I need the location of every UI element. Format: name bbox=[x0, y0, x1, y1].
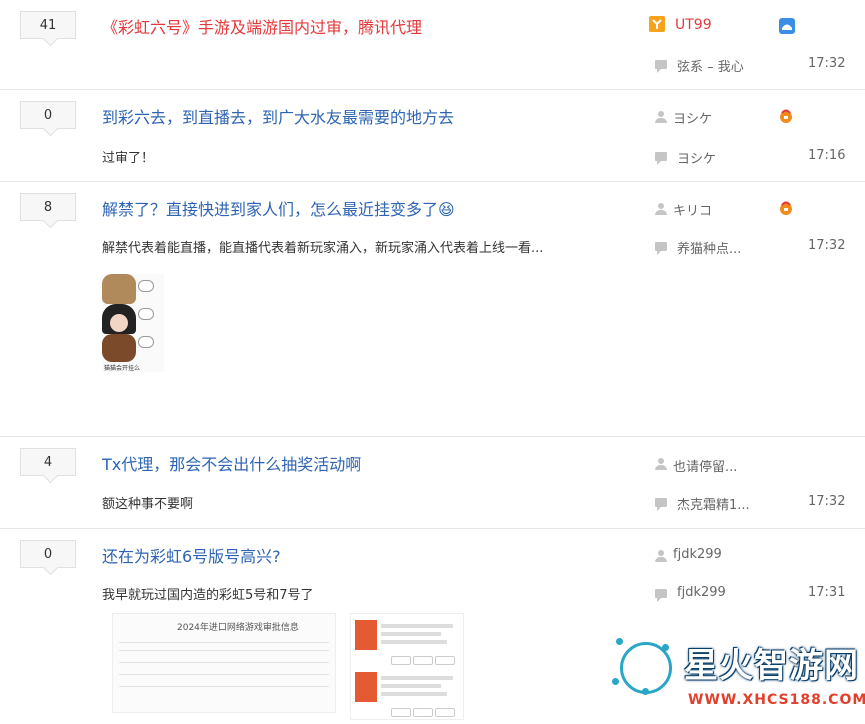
user-icon bbox=[655, 111, 667, 123]
last-reply-user[interactable]: 杰克霜精1... bbox=[677, 494, 750, 513]
thread-abstract: 我早就玩过国内造的彩虹5号和7号了 bbox=[102, 588, 314, 603]
thread-row: 4 Tx代理，那会不会出什么抽奖活动啊 额这种事不要啊 也请停留... 杰克霜精… bbox=[0, 437, 865, 529]
thread-row: 0 到彩六去，到直播去，到广大水友最需要的地方去 过审了！ ヨシケ ヨシケ 17… bbox=[0, 90, 865, 182]
thread-title[interactable]: 《彩虹六号》手游及端游国内过审，腾讯代理 bbox=[102, 14, 422, 38]
reply-count: 0 bbox=[20, 101, 76, 129]
watermark-text: 星火智游网 bbox=[684, 646, 859, 686]
thread-row: 41 《彩虹六号》手游及端游国内过审，腾讯代理 UT99 弦系 – 我心 17:… bbox=[0, 0, 865, 90]
comment-icon bbox=[655, 60, 667, 73]
comment-icon bbox=[655, 242, 667, 255]
last-reply-time: 17:16 bbox=[808, 148, 846, 163]
comment-icon bbox=[655, 152, 667, 165]
thread-abstract: 过审了！ bbox=[102, 151, 155, 166]
thread-abstract: 解禁代表着能直播，能直播代表着新玩家涌入，新玩家涌入代表着上线一看... bbox=[102, 241, 544, 256]
thread-title[interactable]: 解禁了？直接快进到家人们，怎么最近挂变多了😆 bbox=[102, 196, 455, 220]
last-reply-user[interactable]: fjdk299 bbox=[677, 585, 726, 600]
thread-row: 8 解禁了？直接快进到家人们，怎么最近挂变多了😆 解禁代表着能直播，能直播代表着… bbox=[0, 182, 865, 437]
sticker-image[interactable]: 猫猫会开挂么 bbox=[102, 274, 164, 372]
thread-author[interactable]: ヨシケ bbox=[673, 108, 712, 127]
image-caption: 2024年进口网络游戏审批信息 bbox=[177, 623, 299, 633]
user-icon bbox=[655, 203, 667, 215]
thread-author[interactable]: fjdk299 bbox=[673, 547, 722, 562]
comment-icon bbox=[655, 498, 667, 511]
approval-table-image[interactable]: 2024年进口网络游戏审批信息 bbox=[112, 613, 336, 713]
verified-icon bbox=[779, 18, 795, 34]
reply-count: 0 bbox=[20, 540, 76, 568]
reply-count: 4 bbox=[20, 448, 76, 476]
last-reply-user[interactable]: 养猫种点... bbox=[677, 238, 741, 257]
user-icon bbox=[655, 550, 667, 562]
last-reply-time: 17:32 bbox=[808, 238, 846, 253]
author-level-icon bbox=[649, 16, 665, 32]
last-reply-time: 17:32 bbox=[808, 494, 846, 509]
thread-title[interactable]: Tx代理，那会不会出什么抽奖活动啊 bbox=[102, 451, 361, 475]
reply-count: 41 bbox=[20, 11, 76, 39]
hot-icon bbox=[780, 201, 792, 215]
thread-author[interactable]: 也请停留... bbox=[673, 456, 737, 475]
last-reply-time: 17:31 bbox=[808, 585, 846, 600]
watermark-url: WWW.XHCS188.COM bbox=[688, 692, 865, 708]
last-reply-time: 17:32 bbox=[808, 56, 846, 71]
reply-count: 8 bbox=[20, 193, 76, 221]
last-reply-user[interactable]: ヨシケ bbox=[677, 148, 716, 167]
sticker-caption: 猫猫会开挂么 bbox=[104, 365, 141, 372]
comment-icon bbox=[655, 589, 667, 602]
last-reply-user[interactable]: 弦系 – 我心 bbox=[677, 56, 744, 75]
thread-author[interactable]: UT99 bbox=[675, 17, 712, 33]
thread-author[interactable]: キリコ bbox=[673, 200, 712, 219]
hot-icon bbox=[780, 109, 792, 123]
site-watermark: 星火智游网 WWW.XHCS188.COM bbox=[612, 630, 865, 724]
thread-title[interactable]: 到彩六去，到直播去，到广大水友最需要的地方去 bbox=[102, 104, 454, 128]
thread-title[interactable]: 还在为彩虹6号版号高兴? bbox=[102, 543, 281, 567]
news-screenshot-image[interactable] bbox=[350, 613, 464, 720]
user-icon bbox=[655, 458, 667, 470]
thread-abstract: 额这种事不要啊 bbox=[102, 497, 194, 512]
